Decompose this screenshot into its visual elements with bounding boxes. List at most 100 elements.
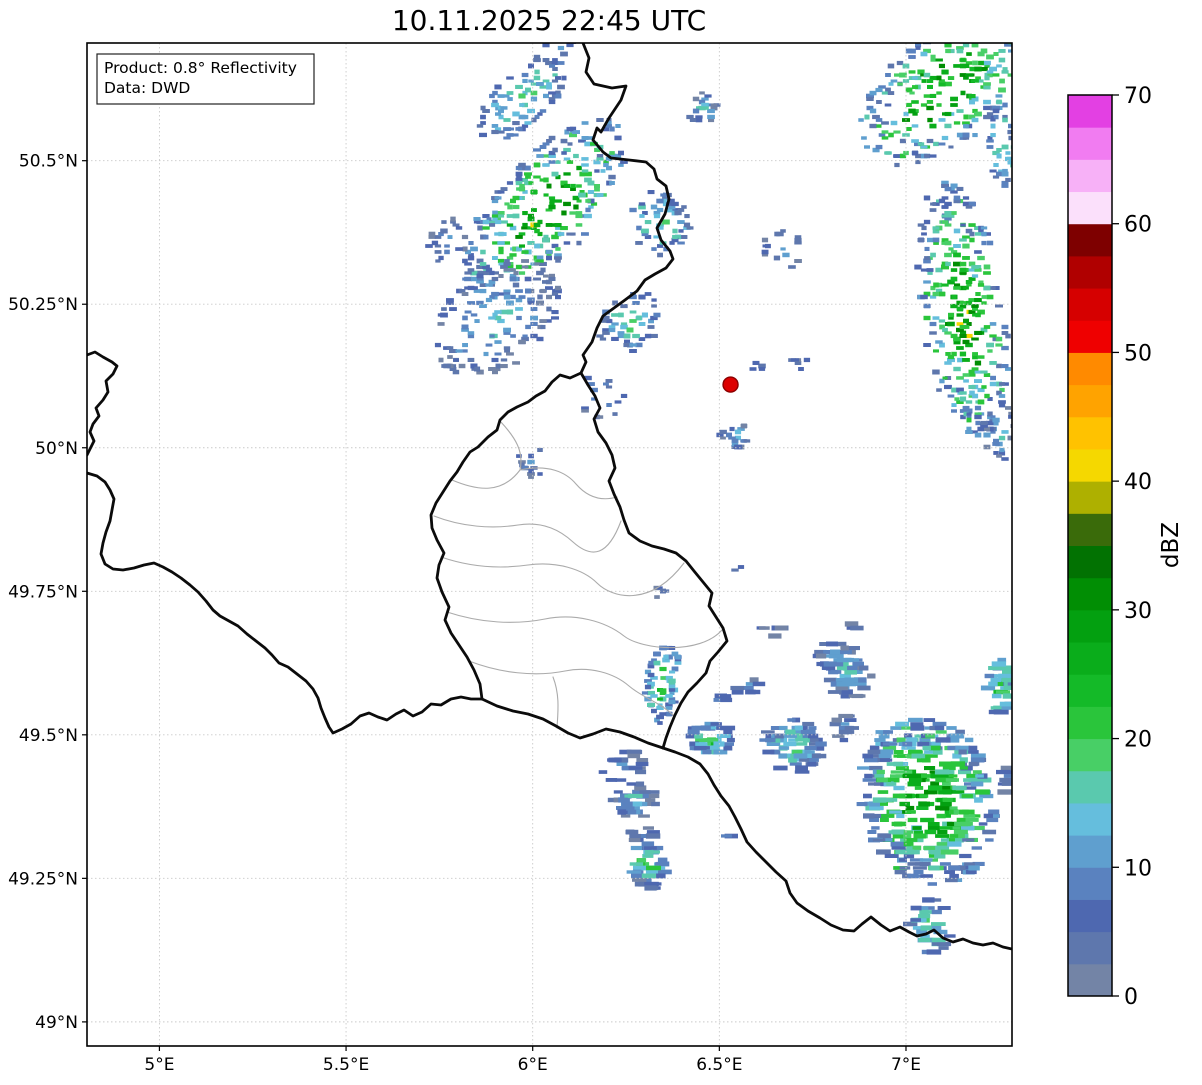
radar-echo-pixel — [825, 654, 836, 658]
radar-echo-pixel — [497, 94, 505, 98]
radar-echo-pixel — [926, 100, 934, 104]
radar-echo-pixel — [561, 75, 567, 81]
radar-echo-pixel — [927, 117, 933, 123]
radar-echo-pixel — [876, 124, 882, 128]
radar-echo-pixel — [636, 315, 642, 321]
colorbar-tick-label: 30 — [1124, 599, 1152, 624]
radar-echo-pixel — [598, 770, 608, 774]
radar-echo-pixel — [996, 153, 1002, 159]
radar-echo-pixel — [616, 762, 628, 766]
radar-echo-pixel — [530, 307, 538, 311]
radar-echo-pixel — [512, 282, 520, 288]
radar-echo-pixel — [527, 108, 535, 114]
radar-echo-pixel — [956, 132, 964, 138]
radar-echo-pixel — [575, 223, 583, 227]
radar-echo-pixel — [983, 114, 991, 120]
radar-echo-pixel — [981, 295, 987, 299]
colorbar-segment — [1068, 288, 1112, 321]
radar-echo-pixel — [522, 211, 528, 216]
radar-echo-pixel — [641, 312, 648, 318]
radar-echo-pixel — [991, 693, 1002, 699]
radar-echo-pixel — [875, 87, 883, 93]
radar-echo-pixel — [989, 334, 997, 338]
radar-echo-pixel — [959, 809, 969, 815]
radar-echo-pixel — [906, 102, 912, 107]
radar-echo-pixel — [823, 661, 837, 667]
radar-echo-pixel — [980, 370, 988, 374]
radar-echo-pixel — [570, 232, 576, 236]
radar-echo-pixel — [967, 750, 979, 754]
radar-echo-pixel — [542, 237, 550, 243]
radar-echo-pixel — [555, 259, 561, 263]
radar-echo-pixel — [743, 439, 751, 443]
radar-echo-pixel — [479, 288, 487, 294]
radar-echo-pixel — [705, 738, 719, 742]
radar-echo-pixel — [983, 82, 991, 86]
radar-echo-pixel — [701, 106, 709, 110]
radar-echo-pixel — [621, 766, 630, 770]
radar-echo-pixel — [515, 264, 523, 270]
radar-echo-pixel — [648, 850, 660, 854]
colorbar-segment — [1068, 352, 1112, 386]
radar-echo-pixel — [554, 256, 562, 260]
radar-echo-pixel — [483, 351, 489, 357]
map-title: 10.11.2025 22:45 UTC — [392, 4, 706, 37]
radar-echo-pixel — [971, 846, 982, 850]
radar-echo-pixel — [968, 223, 976, 227]
radar-echo-pixel — [909, 55, 915, 59]
radar-echo-pixel — [641, 691, 648, 695]
radar-echo-pixel — [918, 937, 931, 943]
radar-echo-pixel — [653, 660, 661, 666]
radar-echo-pixel — [536, 154, 544, 158]
radar-echo-pixel — [533, 75, 541, 81]
radar-echo-pixel — [926, 79, 934, 83]
radar-echo-pixel — [811, 753, 821, 759]
radar-echo-pixel — [606, 165, 612, 171]
radar-echo-pixel — [638, 814, 650, 818]
radar-echo-pixel — [986, 70, 994, 74]
radar-echo-pixel — [515, 307, 523, 311]
radar-echo-pixel — [841, 689, 853, 695]
radar-echo-pixel — [929, 154, 937, 158]
radar-echo-pixel — [983, 444, 991, 450]
radar-echo-pixel — [964, 862, 975, 866]
radar-echo-pixel — [937, 941, 952, 947]
radar-echo-pixel — [513, 133, 519, 137]
radar-echo-pixel — [894, 869, 907, 875]
radar-echo-pixel — [930, 252, 936, 258]
radar-echo-pixel — [627, 793, 643, 799]
radar-echo-pixel — [867, 673, 876, 679]
radar-echo-pixel — [893, 785, 905, 791]
radar-echo-pixel — [954, 397, 960, 401]
radar-echo-pixel — [969, 66, 975, 72]
radar-echo-pixel — [937, 906, 951, 910]
radar-echo-pixel — [795, 765, 808, 771]
radar-echo-pixel — [548, 135, 556, 141]
radar-echo-pixel — [932, 316, 940, 320]
radar-echo-pixel — [926, 105, 934, 111]
radar-echo-pixel — [668, 688, 676, 692]
radar-echo-pixel — [500, 106, 508, 110]
radar-echo-pixel — [510, 334, 516, 338]
radar-echo-pixel — [782, 252, 790, 258]
radar-echo-pixel — [949, 733, 965, 739]
radar-echo-pixel — [555, 76, 561, 80]
radar-echo-pixel — [948, 145, 954, 149]
info-box-source: Data: DWD — [104, 79, 190, 97]
radar-echo-pixel — [929, 208, 937, 212]
y-tick-label: 49.75°N — [8, 582, 78, 602]
radar-echo-pixel — [984, 673, 995, 679]
radar-echo-pixel — [975, 292, 981, 296]
radar-echo-pixel — [503, 118, 511, 122]
radar-echo-pixel — [437, 322, 445, 326]
radar-echo-pixel — [635, 241, 643, 245]
radar-echo-pixel — [730, 685, 745, 691]
radar-echo-pixel — [947, 76, 955, 80]
radar-echo-pixel — [606, 403, 612, 407]
radar-echo-pixel — [923, 754, 938, 758]
radar-echo-pixel — [962, 256, 970, 260]
radar-echo-pixel — [512, 195, 520, 201]
radar-echo-pixel — [596, 193, 604, 197]
radar-echo-pixel — [552, 147, 558, 153]
radar-echo-pixel — [663, 654, 669, 660]
